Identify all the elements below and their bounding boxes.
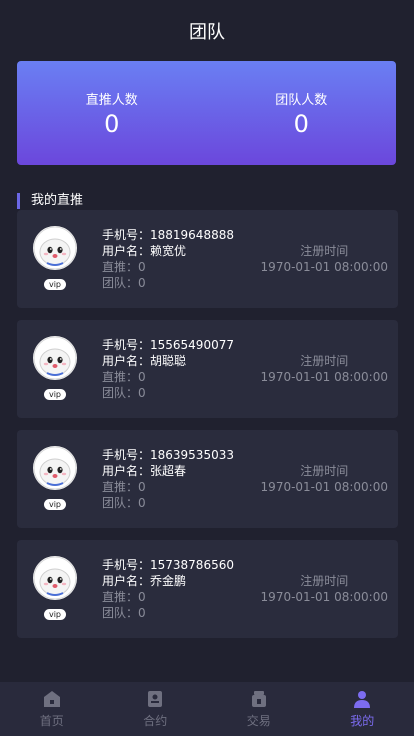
page-title: 团队 bbox=[189, 22, 225, 43]
member-direct-count: 直推：0 bbox=[102, 590, 146, 604]
member-username: 用户名：张超春 bbox=[102, 464, 187, 478]
section-title: 我的直推 bbox=[17, 193, 83, 209]
avatar bbox=[33, 556, 77, 600]
team-stats-card: 直推人数 0 团队人数 0 bbox=[17, 61, 396, 165]
team-count-stat: 团队人数 0 bbox=[207, 61, 397, 165]
member-info: 手机号：15565490077 用户名：胡聪聪 直推：0 团队：0 bbox=[102, 337, 234, 401]
register-info: 注册时间 1970-01-01 08:00:00 bbox=[261, 243, 388, 275]
member-info: 手机号：15738786560 用户名：乔金鹏 直推：0 团队：0 bbox=[102, 557, 234, 621]
member-team-count: 团队：0 bbox=[102, 606, 146, 620]
tab-home[interactable]: 首页 bbox=[0, 682, 104, 736]
direct-count-label: 直推人数 bbox=[85, 93, 138, 108]
trade-icon bbox=[251, 691, 266, 707]
avatar bbox=[33, 226, 77, 270]
tab-trade[interactable]: 交易 bbox=[207, 682, 311, 736]
avatar bbox=[33, 336, 77, 380]
tab-trade-label: 交易 bbox=[246, 714, 271, 728]
register-info: 注册时间 1970-01-01 08:00:00 bbox=[261, 573, 388, 605]
member-card[interactable]: vip 手机号：15565490077 用户名：胡聪聪 直推：0 团队：0 注册… bbox=[17, 320, 398, 418]
register-time-value: 1970-01-01 08:00:00 bbox=[260, 480, 388, 494]
bottom-tab-bar: 首页 合约 交易 我的 bbox=[0, 682, 414, 736]
member-card[interactable]: vip 手机号：15738786560 用户名：乔金鹏 直推：0 团队：0 注册… bbox=[17, 540, 398, 638]
tab-contract-label: 合约 bbox=[143, 714, 168, 728]
member-card[interactable]: vip 手机号：18819648888 用户名：赖宽优 直推：0 团队：0 注册… bbox=[17, 210, 398, 308]
tab-contract[interactable]: 合约 bbox=[104, 682, 208, 736]
member-info: 手机号：18639535033 用户名：张超春 直推：0 团队：0 bbox=[102, 447, 234, 511]
vip-badge: vip bbox=[44, 279, 66, 290]
member-phone: 手机号：15565490077 bbox=[102, 338, 234, 352]
tab-profile[interactable]: 我的 bbox=[311, 682, 414, 736]
register-time-value: 1970-01-01 08:00:00 bbox=[260, 370, 388, 384]
team-count-label: 团队人数 bbox=[275, 93, 328, 108]
avatar-mascot-icon bbox=[33, 336, 77, 380]
member-team-count: 团队：0 bbox=[102, 276, 146, 290]
member-card[interactable]: vip 手机号：18639535033 用户名：张超春 直推：0 团队：0 注册… bbox=[17, 430, 398, 528]
vip-badge: vip bbox=[44, 499, 66, 510]
contract-icon bbox=[148, 691, 163, 707]
register-time-label: 注册时间 bbox=[300, 464, 349, 478]
member-phone: 手机号：18639535033 bbox=[102, 448, 234, 462]
home-icon bbox=[43, 691, 60, 707]
direct-count-value: 0 bbox=[104, 110, 120, 138]
avatar bbox=[33, 446, 77, 490]
register-info: 注册时间 1970-01-01 08:00:00 bbox=[261, 463, 388, 495]
register-info: 注册时间 1970-01-01 08:00:00 bbox=[261, 353, 388, 385]
direct-count-stat: 直推人数 0 bbox=[17, 61, 207, 165]
tab-home-label: 首页 bbox=[39, 714, 64, 728]
member-username: 用户名：赖宽优 bbox=[102, 244, 187, 258]
register-time-value: 1970-01-01 08:00:00 bbox=[260, 260, 388, 274]
member-list: vip 手机号：18819648888 用户名：赖宽优 直推：0 团队：0 注册… bbox=[17, 210, 398, 650]
member-info: 手机号：18819648888 用户名：赖宽优 直推：0 团队：0 bbox=[102, 227, 234, 291]
member-phone: 手机号：15738786560 bbox=[102, 558, 234, 572]
vip-badge: vip bbox=[44, 389, 66, 400]
register-time-label: 注册时间 bbox=[300, 354, 349, 368]
member-direct-count: 直推：0 bbox=[102, 260, 146, 274]
page-header: 团队 bbox=[0, 0, 414, 62]
vip-badge: vip bbox=[44, 609, 66, 620]
member-team-count: 团队：0 bbox=[102, 496, 146, 510]
avatar-mascot-icon bbox=[33, 226, 77, 270]
avatar-mascot-icon bbox=[33, 556, 77, 600]
member-phone: 手机号：18819648888 bbox=[102, 228, 234, 242]
member-direct-count: 直推：0 bbox=[102, 480, 146, 494]
register-time-label: 注册时间 bbox=[300, 244, 349, 258]
member-direct-count: 直推：0 bbox=[102, 370, 146, 384]
profile-icon bbox=[354, 691, 371, 708]
register-time-label: 注册时间 bbox=[300, 574, 349, 588]
avatar-mascot-icon bbox=[33, 446, 77, 490]
member-username: 用户名：乔金鹏 bbox=[102, 574, 187, 588]
member-team-count: 团队：0 bbox=[102, 386, 146, 400]
register-time-value: 1970-01-01 08:00:00 bbox=[260, 590, 388, 604]
member-username: 用户名：胡聪聪 bbox=[102, 354, 187, 368]
tab-profile-label: 我的 bbox=[350, 714, 375, 728]
team-count-value: 0 bbox=[293, 110, 309, 138]
